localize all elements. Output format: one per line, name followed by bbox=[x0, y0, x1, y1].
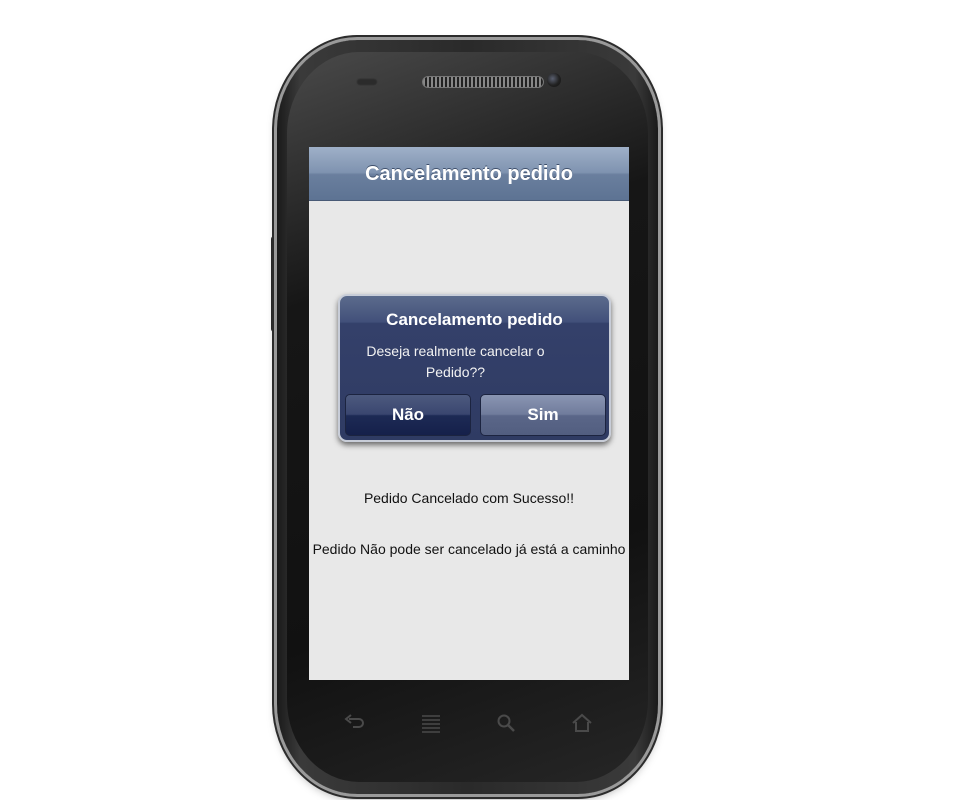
failure-message: Pedido Não pode ser cancelado já está a … bbox=[312, 541, 626, 557]
dialog-title: Cancelamento pedido bbox=[386, 310, 563, 329]
search-icon[interactable] bbox=[496, 713, 518, 733]
dialog-message: Deseja realmente cancelar o Pedido?? bbox=[366, 343, 545, 380]
front-camera bbox=[547, 73, 561, 87]
back-icon[interactable] bbox=[343, 713, 365, 733]
confirm-dialog: Cancelamento pedido Deseja realmente can… bbox=[338, 294, 611, 442]
home-icon[interactable] bbox=[571, 713, 593, 733]
app-header: Cancelamento pedido bbox=[309, 147, 629, 201]
page-title: Cancelamento pedido bbox=[365, 163, 573, 185]
menu-icon[interactable] bbox=[420, 713, 442, 733]
success-message: Pedido Cancelado com Sucesso!! bbox=[363, 490, 575, 506]
no-button[interactable]: Não bbox=[345, 394, 471, 436]
earpiece-speaker bbox=[422, 76, 544, 88]
yes-button[interactable]: Sim bbox=[480, 394, 606, 436]
proximity-sensor bbox=[356, 78, 378, 86]
